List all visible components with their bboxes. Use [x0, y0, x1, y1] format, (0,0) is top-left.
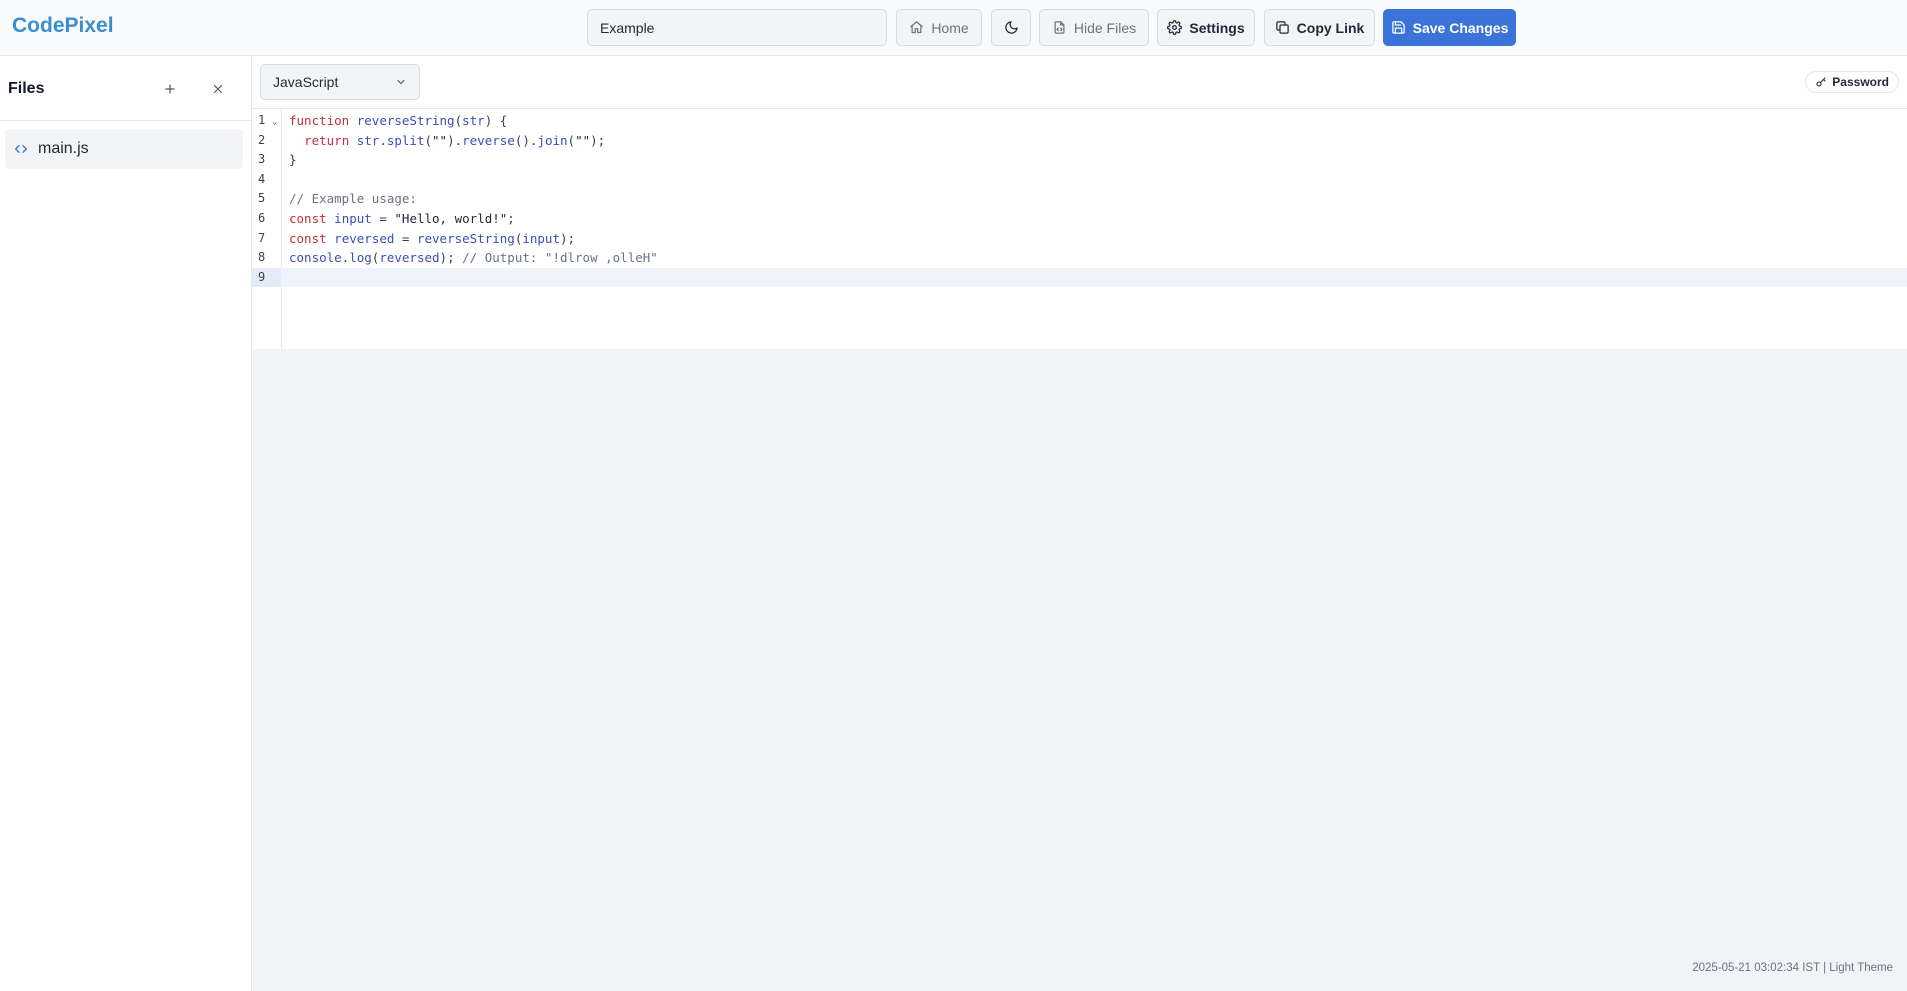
moon-icon	[1004, 21, 1018, 34]
code-line[interactable]: 6 const input = "Hello, world!";	[252, 209, 1907, 229]
code-text: return str.split("").reverse().join("");	[304, 132, 606, 148]
hide-files-button[interactable]: Hide Files	[1039, 9, 1149, 46]
home-icon	[910, 21, 924, 34]
language-value: JavaScript	[273, 74, 339, 90]
save-changes-button[interactable]: Save Changes	[1383, 9, 1516, 46]
code-line[interactable]: 1 ⌄ function reverseString(str) {	[252, 111, 1907, 131]
code-text: }	[289, 152, 297, 168]
code-editor[interactable]: 1 ⌄ function reverseString(str) { 2 retu…	[252, 109, 1907, 349]
save-changes-label: Save Changes	[1412, 19, 1509, 36]
line-number: 5	[258, 191, 266, 206]
line-number: 9	[252, 267, 281, 288]
code-line[interactable]: 3 }	[252, 150, 1907, 170]
file-code-icon	[1054, 21, 1065, 34]
floppy-disk-icon	[1391, 21, 1405, 34]
top-bar: CodePixel Home Hide Files Settings Copy …	[0, 0, 1907, 56]
file-name: main.js	[38, 140, 89, 157]
add-file-button[interactable]	[158, 77, 182, 101]
password-button[interactable]: Password	[1805, 71, 1899, 93]
gear-icon	[1167, 20, 1183, 35]
code-text: function reverseString(str) {	[289, 113, 508, 128]
home-label: Home	[931, 19, 969, 36]
editor-toolbar: JavaScript Password	[252, 56, 1907, 109]
line-number: 2	[258, 132, 266, 147]
copy-link-button[interactable]: Copy Link	[1264, 9, 1375, 46]
title-input[interactable]	[587, 9, 887, 46]
code-text: // Example usage:	[289, 191, 417, 207]
copy-icon	[1275, 21, 1289, 34]
app-logo[interactable]: CodePixel	[12, 14, 114, 38]
plus-icon	[165, 84, 175, 94]
code-line[interactable]: 5 // Example usage:	[252, 189, 1907, 209]
status-text: 2025-05-21 03:02:34 IST | Light Theme	[1692, 962, 1893, 974]
theme-toggle-button[interactable]	[991, 9, 1031, 46]
settings-label: Settings	[1189, 19, 1245, 36]
line-number: 8	[258, 250, 266, 265]
code-line[interactable]: 8 console.log(reversed); // Output: "!dl…	[252, 248, 1907, 268]
line-number: 3	[258, 152, 266, 167]
chevron-down-icon	[397, 79, 405, 85]
line-number: 7	[258, 230, 266, 245]
code-text: const reversed = reverseString(input);	[289, 230, 576, 246]
line-number: 4	[258, 171, 266, 186]
code-line[interactable]: 7 const reversed = reverseString(input);	[252, 229, 1907, 249]
code-icon	[15, 145, 27, 153]
editor-area: JavaScript Password 1 ⌄ function reverse…	[252, 56, 1907, 991]
language-select[interactable]: JavaScript	[260, 64, 420, 100]
settings-button[interactable]: Settings	[1157, 9, 1255, 46]
code-line[interactable]: 2 return str.split("").reverse().join(""…	[252, 131, 1907, 151]
password-label: Password	[1832, 75, 1889, 89]
code-line-active[interactable]: 9	[252, 267, 1907, 288]
hide-files-label: Hide Files	[1073, 19, 1137, 36]
key-icon	[1816, 77, 1826, 87]
code-text: const input = "Hello, world!";	[289, 211, 515, 226]
files-sidebar: Files main.js	[0, 56, 252, 991]
copy-link-label: Copy Link	[1296, 19, 1365, 36]
line-number: 6	[258, 211, 266, 225]
home-button[interactable]: Home	[896, 9, 982, 46]
code-line[interactable]: 4	[252, 170, 1907, 190]
close-icon	[213, 84, 223, 94]
sidebar-header: Files	[0, 56, 251, 121]
close-sidebar-button[interactable]	[206, 77, 230, 101]
line-number: 1	[258, 113, 266, 127]
files-title: Files	[8, 80, 45, 97]
file-item-main-js[interactable]: main.js	[5, 129, 243, 169]
code-text: console.log(reversed); // Output: "!dlro…	[289, 250, 658, 266]
